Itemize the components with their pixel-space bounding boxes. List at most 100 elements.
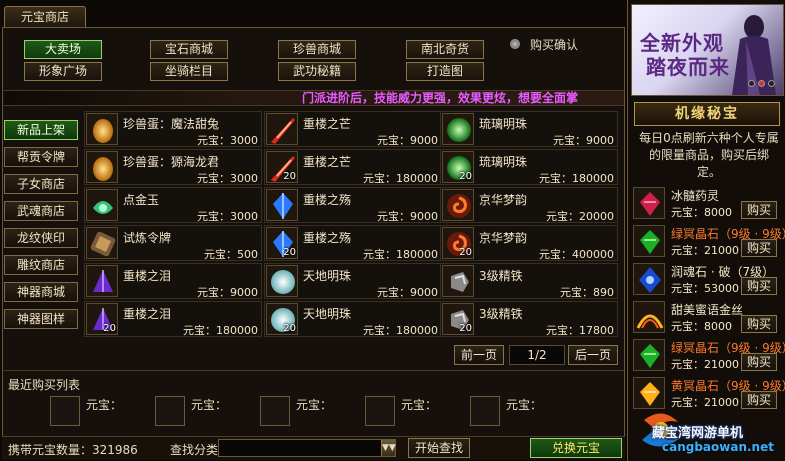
recent-slot[interactable] [470,396,500,426]
item-cell[interactable]: 20 京华梦韵 元宝：400000 [440,225,618,261]
item-count: 20 [459,323,472,334]
item-price: 元宝：9000 [377,210,438,223]
next-page-button[interactable]: 后一页 [568,345,618,365]
item-cell[interactable]: 20 重楼之殇 元宝：180000 [264,225,442,261]
category-button[interactable]: 打造图 [406,62,484,81]
start-search-button[interactable]: 开始查找 [408,438,470,458]
purchase-confirm-radio[interactable] [510,39,520,49]
special-description: 每日0点刷新六种个人专属的限量商品，购买后绑定。 [639,131,779,179]
recent-slot[interactable] [50,396,80,426]
item-price: 元宝：180000 [539,172,614,185]
blue-crystal-icon[interactable]: 20 [266,227,298,259]
item-price: 元宝：9000 [197,286,258,299]
egg-icon[interactable] [86,151,118,183]
category-button[interactable]: 形象广场 [24,62,102,81]
chevron-down-icon[interactable]: ▼▼ [381,440,396,456]
recent-slot[interactable] [155,396,185,426]
red-blade-icon[interactable]: 20 [266,151,298,183]
category-button[interactable]: 珍兽商城 [278,40,356,59]
item-cell[interactable]: 点金玉 元宝：3000 [84,187,262,223]
red-gem-icon[interactable] [633,187,665,219]
jade-icon[interactable] [86,189,118,221]
white-pearl-icon[interactable] [266,265,298,297]
purple-shard-icon[interactable]: 20 [86,303,118,335]
buy-button[interactable]: 购买 [741,315,777,333]
item-cell[interactable]: 珍兽蛋：魔法甜兔 元宝：3000 [84,111,262,147]
sidebar-item[interactable]: 子女商店 [4,174,78,194]
ad-dot-3[interactable] [768,80,775,87]
item-cell[interactable]: 20 琉璃明珠 元宝：180000 [440,149,618,185]
prev-page-button[interactable]: 前一页 [454,345,504,365]
special-item-row: 润魂石 · 破（7级） 元宝：53000 购买 [631,261,781,297]
special-item-name: 甜美蜜语金丝 [671,303,744,317]
white-pearl-icon[interactable]: 20 [266,303,298,335]
iron-icon[interactable] [442,265,474,297]
sidebar-item[interactable]: 神器商城 [4,282,78,302]
swirl-icon[interactable] [442,189,474,221]
recent-slot[interactable] [260,396,290,426]
tab-yuanbao-shop[interactable]: 元宝商店 [4,6,86,28]
buy-button[interactable]: 购买 [741,201,777,219]
item-cell[interactable]: 3级精铁 元宝：890 [440,263,618,299]
blue-crystal-icon[interactable] [266,189,298,221]
item-cell[interactable]: 试炼令牌 元宝：500 [84,225,262,261]
item-name: 重楼之泪 [123,307,172,321]
category-button[interactable]: 南北奇货 [406,40,484,59]
item-name: 3级精铁 [479,269,523,283]
sidebar-item[interactable]: 新品上架 [4,120,78,140]
category-button[interactable]: 大卖场 [24,40,102,59]
promo-ad[interactable]: 全新外观 踏夜而来 [631,4,784,96]
item-price: 元宝：180000 [363,172,438,185]
red-blade-icon[interactable] [266,113,298,145]
sidebar-item[interactable]: 帮贡令牌 [4,147,78,167]
filter-dropdown[interactable]: ▼▼ [218,439,396,457]
recent-slot-price: 元宝： [191,398,228,412]
item-cell[interactable]: 琉璃明珠 元宝：9000 [440,111,618,147]
item-cell[interactable]: 重楼之芒 元宝：9000 [264,111,442,147]
ad-dot-1[interactable] [748,80,755,87]
purple-shard-icon[interactable] [86,265,118,297]
sidebar-item[interactable]: 雕纹商店 [4,255,78,275]
token-icon[interactable] [86,227,118,259]
special-item-name: 冰髓药灵 [671,189,720,203]
item-cell[interactable]: 20 重楼之芒 元宝：180000 [264,149,442,185]
item-cell[interactable]: 京华梦韵 元宝：20000 [440,187,618,223]
green-gem-icon[interactable] [633,339,665,371]
item-cell[interactable]: 天地明珠 元宝：9000 [264,263,442,299]
buy-button[interactable]: 购买 [741,239,777,257]
item-count: 20 [283,247,296,258]
item-name: 重楼之泪 [123,269,172,283]
item-cell[interactable]: 珍兽蛋：獂海龙君 元宝：3000 [84,149,262,185]
sidebar-item[interactable]: 神器图样 [4,309,78,329]
item-cell[interactable]: 重楼之泪元宝：9000 [84,263,262,299]
item-cell[interactable]: 20 3级精铁 元宝：17800 [440,301,618,337]
item-name: 重楼之芒 [303,155,352,169]
buy-button[interactable]: 购买 [741,353,777,371]
sidebar-item[interactable]: 龙纹侠印 [4,228,78,248]
recent-slot[interactable] [365,396,395,426]
sidebar-item[interactable]: 武魂商店 [4,201,78,221]
item-name: 天地明珠 [303,307,352,321]
special-item-row: 冰髓药灵元宝：8000 购买 [631,185,781,221]
green-pearl-icon[interactable] [442,113,474,145]
blue-gem-icon[interactable] [633,263,665,295]
item-name: 3级精铁 [479,307,523,321]
ad-dot-2[interactable] [758,80,765,87]
egg-icon[interactable] [86,113,118,145]
category-button[interactable]: 武功秘籍 [278,62,356,81]
category-button[interactable]: 坐骑栏目 [150,62,228,81]
green-pearl-icon[interactable]: 20 [442,151,474,183]
swirl-icon[interactable]: 20 [442,227,474,259]
ad-pager[interactable] [745,76,775,90]
gold-thread-icon[interactable] [633,301,665,333]
exchange-yuanbao-button[interactable]: 兑换元宝 [530,438,622,458]
watermark-text: 藏宝湾网游单机 [652,426,744,441]
category-button[interactable]: 宝石商城 [150,40,228,59]
item-cell[interactable]: 重楼之殇 元宝：9000 [264,187,442,223]
buy-button[interactable]: 购买 [741,277,777,295]
item-cell[interactable]: 20 天地明珠 元宝：180000 [264,301,442,337]
item-cell[interactable]: 20 重楼之泪 元宝：180000 [84,301,262,337]
iron-icon[interactable]: 20 [442,303,474,335]
green-gem-icon[interactable] [633,225,665,257]
special-item-price: 元宝：8000 [671,206,732,219]
